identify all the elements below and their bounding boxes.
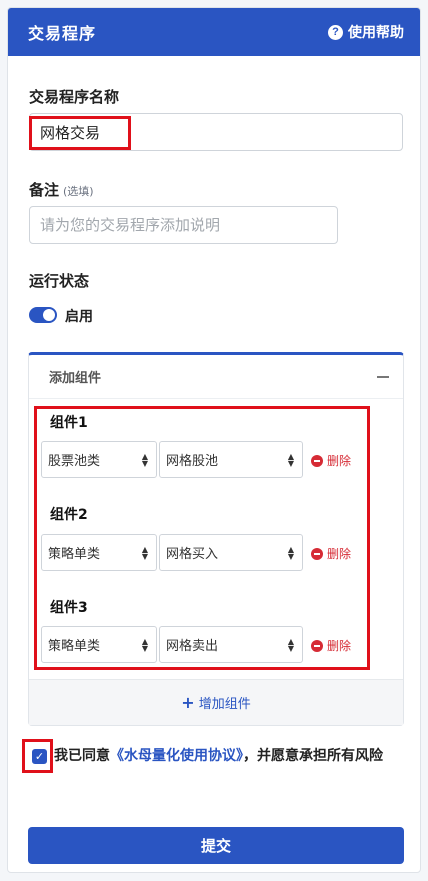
add-component-label: 增加组件: [198, 697, 251, 712]
select-value: 策略单类: [48, 547, 101, 562]
component-title: 组件1: [50, 415, 88, 431]
component-type-select[interactable]: 股票池类 ▲ ▼: [41, 441, 157, 478]
select-value: 策略单类: [48, 639, 101, 654]
question-circle-icon: ?: [328, 24, 343, 40]
status-label: 运行状态: [29, 272, 90, 290]
agreement-suffix: ，并愿意承担所有风险: [243, 748, 383, 764]
select-arrows-icon: ▲ ▼: [287, 636, 294, 653]
component-type-select[interactable]: 策略单类 ▲ ▼: [41, 534, 157, 571]
agreement-checkbox[interactable]: ✓: [32, 749, 47, 764]
component-value-select[interactable]: 网格股池 ▲ ▼: [159, 441, 303, 478]
delete-component-button[interactable]: 删除: [311, 545, 351, 562]
help-link[interactable]: ? 使用帮助: [328, 22, 404, 42]
select-value: 网格股池: [166, 454, 219, 469]
add-component-button[interactable]: + 增加组件: [29, 679, 403, 725]
select-value: 网格买入: [166, 547, 219, 562]
delete-label: 删除: [327, 639, 352, 653]
trading-program-card: 交易程序 ? 使用帮助 交易程序名称 网格交易 备注(选填) 运行状态 启用 添…: [7, 7, 421, 873]
plus-icon: +: [181, 693, 195, 712]
note-label: 备注 (选填): [29, 179, 94, 200]
minus-circle-icon: [311, 547, 323, 560]
agreement-text: 我已同意《水母量化使用协议》，并愿意承担所有风险: [54, 744, 404, 768]
collapse-icon[interactable]: [377, 375, 389, 378]
program-name-label: 交易程序名称: [29, 88, 120, 106]
agreement-prefix: 我已同意: [54, 748, 110, 764]
minus-circle-icon: [311, 454, 323, 467]
select-arrows-icon: ▲ ▼: [287, 544, 294, 561]
select-value: 网格卖出: [166, 639, 219, 654]
delete-component-button[interactable]: 删除: [311, 452, 351, 469]
status-toggle[interactable]: [29, 307, 57, 323]
agreement-link[interactable]: 《水母量化使用协议》: [110, 748, 243, 764]
note-label-text: 备注: [29, 181, 60, 199]
card-header: 交易程序 ? 使用帮助: [8, 8, 420, 56]
component-type-select[interactable]: 策略单类 ▲ ▼: [41, 626, 157, 663]
components-panel: 添加组件 组件1 股票池类 ▲ ▼ 网格股池 ▲ ▼ 删除 组件2 策略单类 ▲ ▼ …: [28, 352, 404, 726]
component-title: 组件2: [50, 507, 88, 523]
select-arrows-icon: ▲ ▼: [141, 636, 148, 653]
delete-label: 删除: [327, 454, 352, 468]
select-arrows-icon: ▲ ▼: [141, 451, 148, 468]
status-toggle-label: 启用: [65, 309, 93, 325]
component-value-select[interactable]: 网格卖出 ▲ ▼: [159, 626, 303, 663]
minus-circle-icon: [311, 639, 323, 652]
component-title: 组件3: [50, 600, 88, 616]
delete-label: 删除: [327, 547, 352, 561]
note-optional-hint: (选填): [63, 185, 94, 198]
program-name-input[interactable]: 网格交易: [29, 113, 403, 151]
components-panel-title: 添加组件: [49, 371, 102, 386]
select-arrows-icon: ▲ ▼: [287, 451, 294, 468]
submit-button[interactable]: 提交: [28, 827, 404, 864]
component-value-select[interactable]: 网格买入 ▲ ▼: [159, 534, 303, 571]
select-arrows-icon: ▲ ▼: [141, 544, 148, 561]
select-value: 股票池类: [48, 454, 101, 469]
components-panel-header: 添加组件: [29, 355, 403, 399]
card-title: 交易程序: [28, 24, 97, 43]
delete-component-button[interactable]: 删除: [311, 637, 351, 654]
help-label: 使用帮助: [348, 25, 404, 41]
note-input[interactable]: [29, 206, 338, 244]
